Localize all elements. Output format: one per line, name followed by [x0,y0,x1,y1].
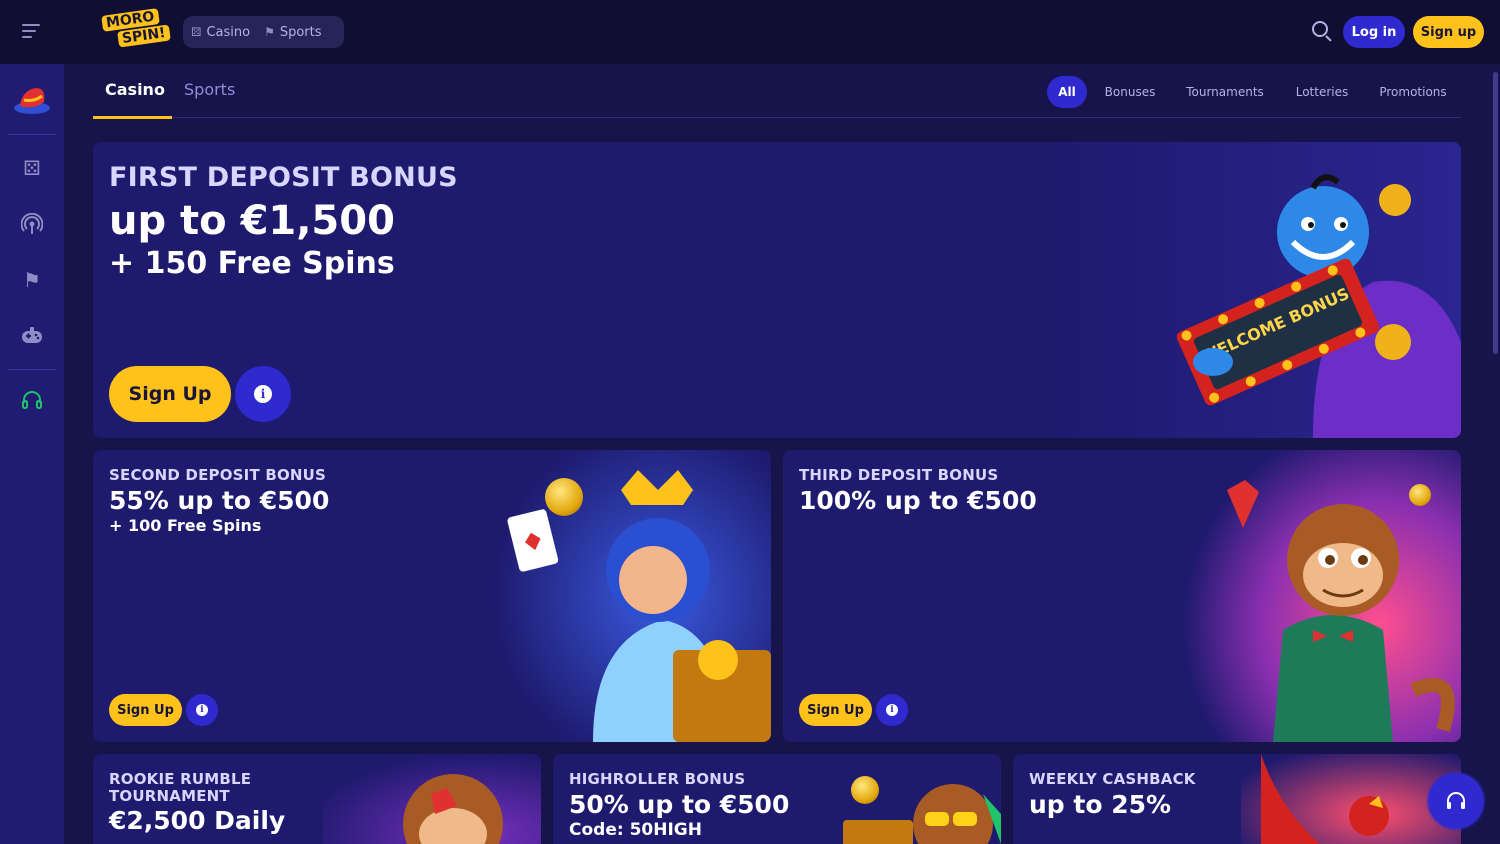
menu-icon[interactable] [22,24,40,38]
sidebar: ⚄ ⚑ [0,64,64,844]
info-icon: i [254,385,272,403]
second-deposit-signup-button[interactable]: Sign Up [109,694,182,726]
login-button[interactable]: Log in [1343,16,1405,48]
flag-icon: ⚑ [264,25,275,39]
info-icon: i [886,704,898,716]
princess-illustration [493,450,771,742]
page-scrollbar-thumb[interactable] [1493,72,1498,354]
magic-hat-icon[interactable] [12,84,52,116]
highroller-headline: 50% up to €500 [569,790,790,819]
filter-tournaments[interactable]: Tournaments [1177,76,1273,108]
sidebar-divider [8,369,56,370]
second-deposit-headline: 55% up to €500 [109,486,330,515]
nav-sports[interactable]: ⚑ Sports [264,25,321,40]
nav-sports-label: Sports [279,24,322,40]
third-deposit-card[interactable]: THIRD DEPOSIT BONUS 100% up to €500 Sign… [783,450,1461,742]
top-bar: MORO SPIN! ⚄ Casino ⚑ Sports Log in Sign… [0,0,1500,64]
second-deposit-kicker: SECOND DEPOSIT BONUS [109,466,327,484]
coin-icon [851,776,879,804]
live-broadcast-icon[interactable] [18,210,46,238]
support-chat-button[interactable] [1428,773,1484,829]
active-tab-indicator [93,116,172,119]
first-deposit-signup-button[interactable]: Sign Up [109,366,231,422]
first-deposit-info-button[interactable]: i [235,366,291,422]
highroller-kicker: HIGHROLLER BONUS [569,770,746,788]
coin-icon [1409,484,1431,506]
brand-logo[interactable]: MORO SPIN! [96,8,171,50]
rookie-rumble-kicker-line2: TOURNAMENT [109,787,230,805]
weekly-cashback-card[interactable]: WEEKLY CASHBACK up to 25% [1013,754,1461,844]
vertical-switch: ⚄ Casino ⚑ Sports [183,16,344,48]
headset-icon [1447,792,1465,809]
filter-all[interactable]: All [1047,76,1087,108]
coin-icon [545,478,583,516]
rookie-rumble-headline: €2,500 Daily [109,806,286,835]
rookie-rumble-card[interactable]: ROOKIE RUMBLE TOURNAMENT €2,500 Daily [93,754,541,844]
dice-icon: ⚄ [191,25,202,39]
info-icon: i [196,704,208,716]
dice-icon[interactable]: ⚄ [18,154,46,182]
third-deposit-kicker: THIRD DEPOSIT BONUS [799,466,999,484]
main-content: Casino Sports All Bonuses Tournaments Lo… [64,64,1491,844]
first-deposit-card[interactable]: FIRST DEPOSIT BONUS up to €1,500 + 150 F… [93,142,1461,438]
signup-button[interactable]: Sign up [1413,16,1484,48]
first-deposit-sub: + 150 Free Spins [109,246,395,281]
weekly-cashback-headline: up to 25% [1029,790,1172,819]
filter-promotions[interactable]: Promotions [1370,76,1456,108]
second-deposit-sub: + 100 Free Spins [109,516,262,535]
headset-icon[interactable] [18,386,46,414]
filter-bonuses[interactable]: Bonuses [1096,76,1164,108]
weekly-cashback-kicker: WEEKLY CASHBACK [1029,770,1196,788]
third-deposit-info-button[interactable]: i [876,694,908,726]
second-deposit-info-button[interactable]: i [186,694,218,726]
tab-sports[interactable]: Sports [184,80,235,99]
highroller-card[interactable]: HIGHROLLER BONUS 50% up to €500 Code: 50… [553,754,1001,844]
sports-flag-icon[interactable]: ⚑ [18,266,46,294]
rookie-rumble-kicker-line1: ROOKIE RUMBLE [109,770,252,788]
monkey-illustration [323,754,541,844]
third-deposit-signup-button[interactable]: Sign Up [799,694,872,726]
gamepad-icon[interactable] [18,322,46,350]
sidebar-divider [8,134,56,135]
search-icon[interactable] [1312,21,1334,43]
third-deposit-headline: 100% up to €500 [799,486,1037,515]
nav-casino[interactable]: ⚄ Casino [191,25,250,40]
first-deposit-kicker: FIRST DEPOSIT BONUS [109,162,458,193]
category-tabs: Casino Sports All Bonuses Tournaments Lo… [93,64,1461,119]
nav-casino-label: Casino [206,24,251,40]
filter-lotteries[interactable]: Lotteries [1286,76,1358,108]
first-deposit-headline: up to €1,500 [109,198,395,244]
highroller-code: Code: 50HIGH [569,820,702,840]
genie-illustration: WELCOME BONUS [1176,174,1461,438]
second-deposit-card[interactable]: SECOND DEPOSIT BONUS 55% up to €500 + 10… [93,450,771,742]
tab-casino[interactable]: Casino [105,80,165,99]
